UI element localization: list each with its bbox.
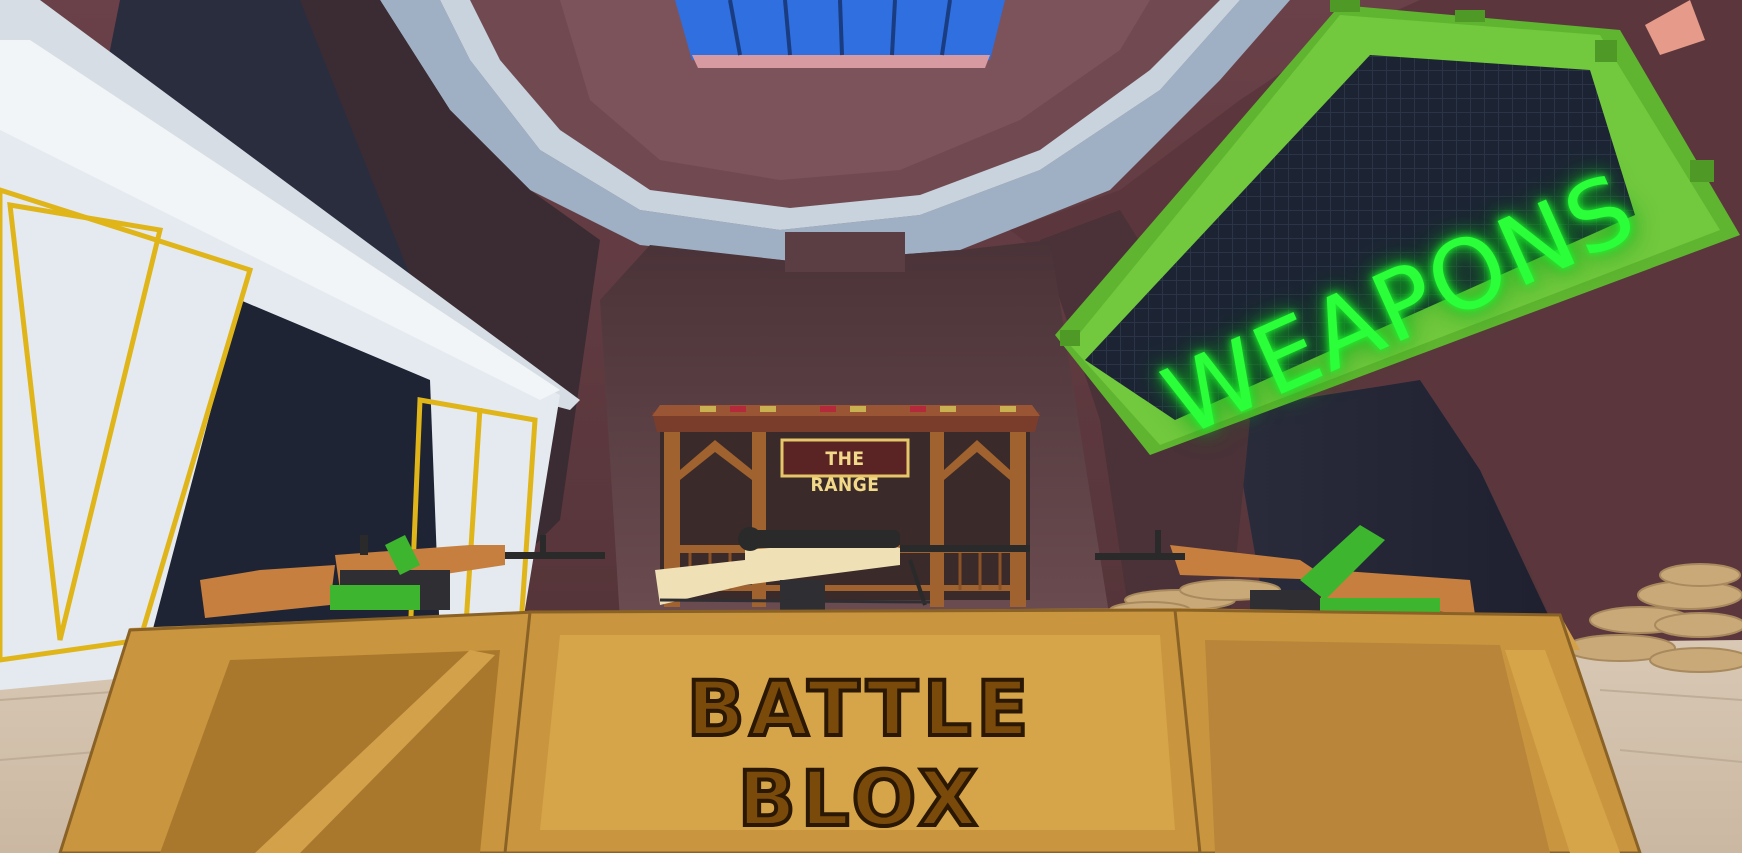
skylight <box>675 0 1005 68</box>
game-viewport <box>0 0 1742 853</box>
counter <box>58 608 1642 853</box>
range-sign <box>780 438 910 478</box>
